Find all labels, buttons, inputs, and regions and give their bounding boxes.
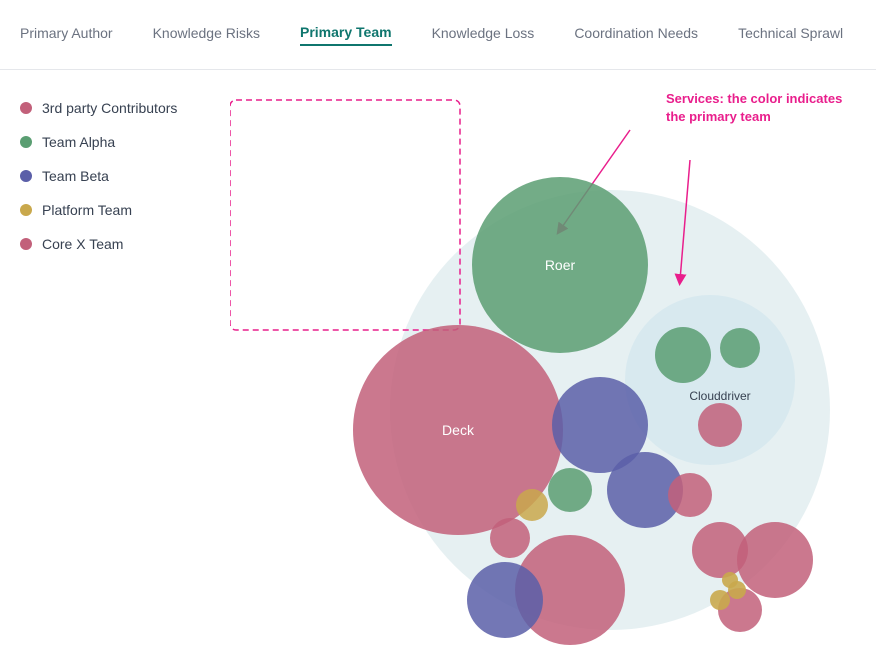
legend-label-team-beta: Team Beta: [42, 168, 109, 184]
legend-item-platform-team: Platform Team: [20, 202, 210, 218]
bubble-chart: Services: the color indicates the primar…: [230, 70, 876, 670]
legend: 3rd party Contributors Team Alpha Team B…: [0, 70, 230, 670]
legend-dot-core-x-team: [20, 238, 32, 250]
clouddriver-label: Clouddriver: [689, 389, 750, 403]
legend-dot-team-alpha: [20, 136, 32, 148]
legend-label-3rd-party: 3rd party Contributors: [42, 100, 177, 116]
nav-primary-team[interactable]: Primary Team: [300, 24, 392, 46]
deck-label: Deck: [442, 422, 475, 438]
legend-label-team-alpha: Team Alpha: [42, 134, 115, 150]
legend-label-core-x-team: Core X Team: [42, 236, 123, 252]
legend-item-team-beta: Team Beta: [20, 168, 210, 184]
legend-label-platform-team: Platform Team: [42, 202, 132, 218]
roer-label: Roer: [545, 257, 576, 273]
chart-svg: Roer Deck Clouddriver: [230, 70, 876, 670]
nav-knowledge-loss[interactable]: Knowledge Loss: [432, 25, 535, 45]
legend-item-team-alpha: Team Alpha: [20, 134, 210, 150]
legend-item-core-x-team: Core X Team: [20, 236, 210, 252]
legend-dot-platform-team: [20, 204, 32, 216]
nav-knowledge-risks[interactable]: Knowledge Risks: [153, 25, 260, 45]
legend-dot-team-beta: [20, 170, 32, 182]
legend-item-3rd-party: 3rd party Contributors: [20, 100, 210, 116]
legend-dot-3rd-party: [20, 102, 32, 114]
main-content: 3rd party Contributors Team Alpha Team B…: [0, 70, 876, 670]
nav-primary-author[interactable]: Primary Author: [20, 25, 113, 45]
nav-technical-sprawl[interactable]: Technical Sprawl: [738, 25, 843, 45]
nav-coordination-needs[interactable]: Coordination Needs: [574, 25, 698, 45]
navigation: Primary Author Knowledge Risks Primary T…: [0, 0, 876, 70]
